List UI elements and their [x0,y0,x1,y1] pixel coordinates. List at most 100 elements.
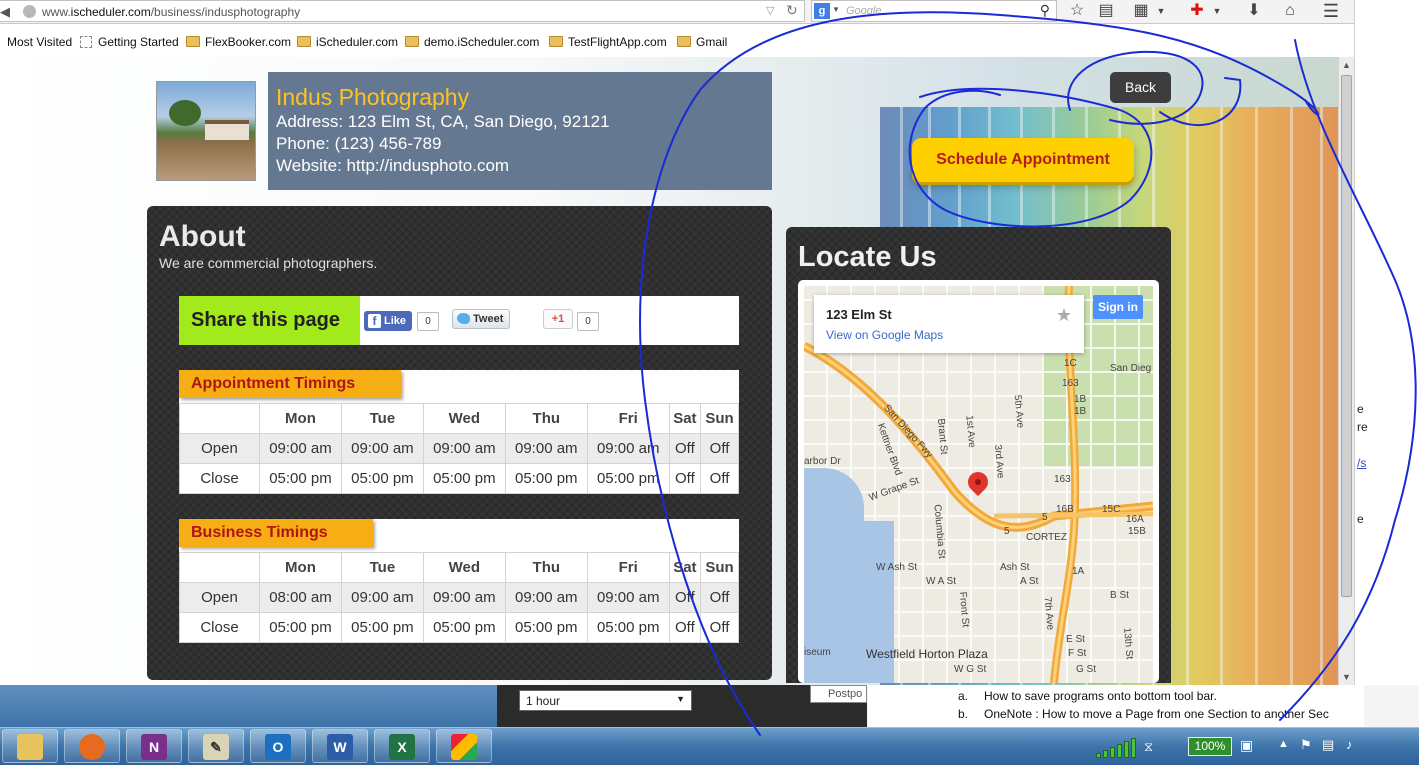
day-header: Sun [700,403,739,434]
day-header: Tue [340,403,424,434]
bookmark-star-icon[interactable]: ☆ [1064,0,1090,22]
show-hidden-icons[interactable]: ▲ [1278,738,1289,750]
time-cell: 05:00 pm [259,612,342,643]
time-cell: Off [700,463,739,494]
volume-icon[interactable]: ♪ [1346,737,1353,752]
signal-strength-icon[interactable] [1096,738,1138,758]
paint-icon: ✎ [203,734,229,760]
appointment-timings-table: Mon Tue Wed Thu Fri Sat Sun Open 09:00 a… [179,403,739,494]
save-dropdown-icon[interactable]: ▼ [1154,0,1168,22]
rubik-icon [451,734,477,760]
business-address: Address: 123 Elm St, CA, San Diego, 9212… [276,112,610,131]
scrollbar-thumb[interactable] [1341,75,1352,597]
time-cell: Off [700,612,739,643]
url-text[interactable]: www.ischeduler.com/business/indusphotogr… [42,5,300,19]
download-icon[interactable]: ⬇ [1241,0,1267,22]
bookmark-demo-ischeduler[interactable]: demo.iScheduler.com [405,35,539,49]
plus-square-icon[interactable]: ✚ [1184,0,1210,22]
search-input[interactable]: Google [846,5,881,17]
search-bar[interactable]: g ▼ Google ⚲ [811,0,1057,22]
bookmark-gmail[interactable]: Gmail [677,35,727,49]
reload-icon[interactable]: ↻ [786,2,798,19]
background-window-edge: e re /s e [1354,0,1419,727]
bookmark-testflightapp[interactable]: TestFlightApp.com [549,35,667,49]
power-plug-icon[interactable]: ▣ [1240,737,1253,754]
taskbar-app[interactable] [436,729,492,763]
tweet-button[interactable]: Tweet [452,309,510,329]
map-label: 15B [1128,526,1146,537]
business-name: Indus Photography [276,84,470,110]
taskbar-outlook[interactable]: O [250,729,306,763]
folder-icon [677,36,691,47]
table-corner [179,403,260,434]
schedule-appointment-button[interactable]: Schedule Appointment [912,138,1134,182]
facebook-icon: f [368,314,381,328]
time-cell: 09:00 am [586,582,670,613]
time-cell: Off [668,433,702,464]
row-label: Close [179,612,260,643]
scroll-up-icon[interactable]: ▲ [1342,60,1351,70]
page-scrollbar[interactable]: ▲ ▼ [1338,57,1354,685]
history-dropdown-icon[interactable]: ▽ [766,4,774,17]
day-header: Sat [668,552,702,583]
twitter-bird-icon [457,313,470,324]
taskbar-excel[interactable]: X [374,729,430,763]
taskbar-firefox[interactable] [64,729,120,763]
map-label: 16B [1056,504,1074,515]
taskbar-paint[interactable]: ✎ [188,729,244,763]
map-label: W Ash St [876,562,918,573]
day-header: Sat [668,403,702,434]
battery-indicator[interactable]: 100% [1188,737,1232,756]
time-cell: 05:00 pm [586,463,670,494]
map-frame: San Diego Fwy Kettner Blvd Brant St 1st … [798,280,1159,683]
google-plus-button[interactable]: +1 [543,309,573,329]
folder-icon [186,36,200,47]
business-timings-title: Business Timings [179,519,373,547]
network-icon[interactable]: ▤ [1322,737,1334,753]
row-label: Open [179,582,260,613]
row-label: Close [179,463,260,494]
back-arrow-icon[interactable]: ◀ [0,4,10,20]
bookmark-most-visited[interactable]: Most Visited [7,35,72,49]
snooze-duration-select[interactable]: 1 hour ▼ [519,690,692,711]
menu-icon[interactable]: ☰ [1318,0,1344,22]
postpone-button[interactable]: Postpo [810,685,867,703]
back-button[interactable]: Back [1110,72,1171,103]
map-address: 123 Elm St [826,307,892,322]
bookmark-getting-started[interactable]: Getting Started [80,35,179,49]
time-cell: 05:00 pm [422,463,506,494]
locate-title: Locate Us [798,241,937,273]
map-label: Westfield Horton Plaza [866,647,988,661]
scroll-down-icon[interactable]: ▼ [1342,672,1351,682]
save-icon[interactable]: ▦ [1128,0,1154,22]
google-icon[interactable]: g [814,3,830,19]
taskbar-word[interactable]: W [312,729,368,763]
address-bar[interactable]: ◀ www.ischeduler.com/business/indusphoto… [0,0,805,22]
chevron-down-icon[interactable]: ▼ [832,5,840,14]
bookmark-ischeduler[interactable]: iScheduler.com [297,35,398,49]
star-icon[interactable]: ★ [1056,305,1072,326]
home-icon[interactable]: ⌂ [1277,0,1303,22]
day-header: Thu [504,552,588,583]
time-cell: 05:00 pm [422,612,506,643]
google-map[interactable]: San Diego Fwy Kettner Blvd Brant St 1st … [804,286,1153,683]
bookmark-flexbooker[interactable]: FlexBooker.com [186,35,291,49]
taskbar-explorer[interactable] [2,729,58,763]
map-sign-in-button[interactable]: Sign in [1093,295,1143,319]
facebook-like-button[interactable]: f Like [364,311,412,331]
map-label: 1B [1074,394,1087,405]
time-cell: 09:00 am [504,582,588,613]
business-photo [156,81,256,181]
taskbar-onenote[interactable]: N [126,729,182,763]
background-app-left [0,685,497,727]
action-center-flag-icon[interactable]: ⚑ [1300,737,1312,753]
view-on-google-maps-link[interactable]: View on Google Maps [826,328,1072,342]
time-cell: 08:00 am [259,582,342,613]
addon-dropdown-icon[interactable]: ▼ [1210,0,1224,22]
reading-list-icon[interactable]: ▤ [1093,0,1119,22]
time-cell: 09:00 am [259,433,342,464]
search-icon[interactable]: ⚲ [1040,2,1050,19]
browser-toolbar: ◀ www.ischeduler.com/business/indusphoto… [0,0,1354,24]
antenna-icon[interactable]: ⧖ [1144,739,1153,755]
business-website[interactable]: Website: http://indusphoto.com [276,155,764,177]
